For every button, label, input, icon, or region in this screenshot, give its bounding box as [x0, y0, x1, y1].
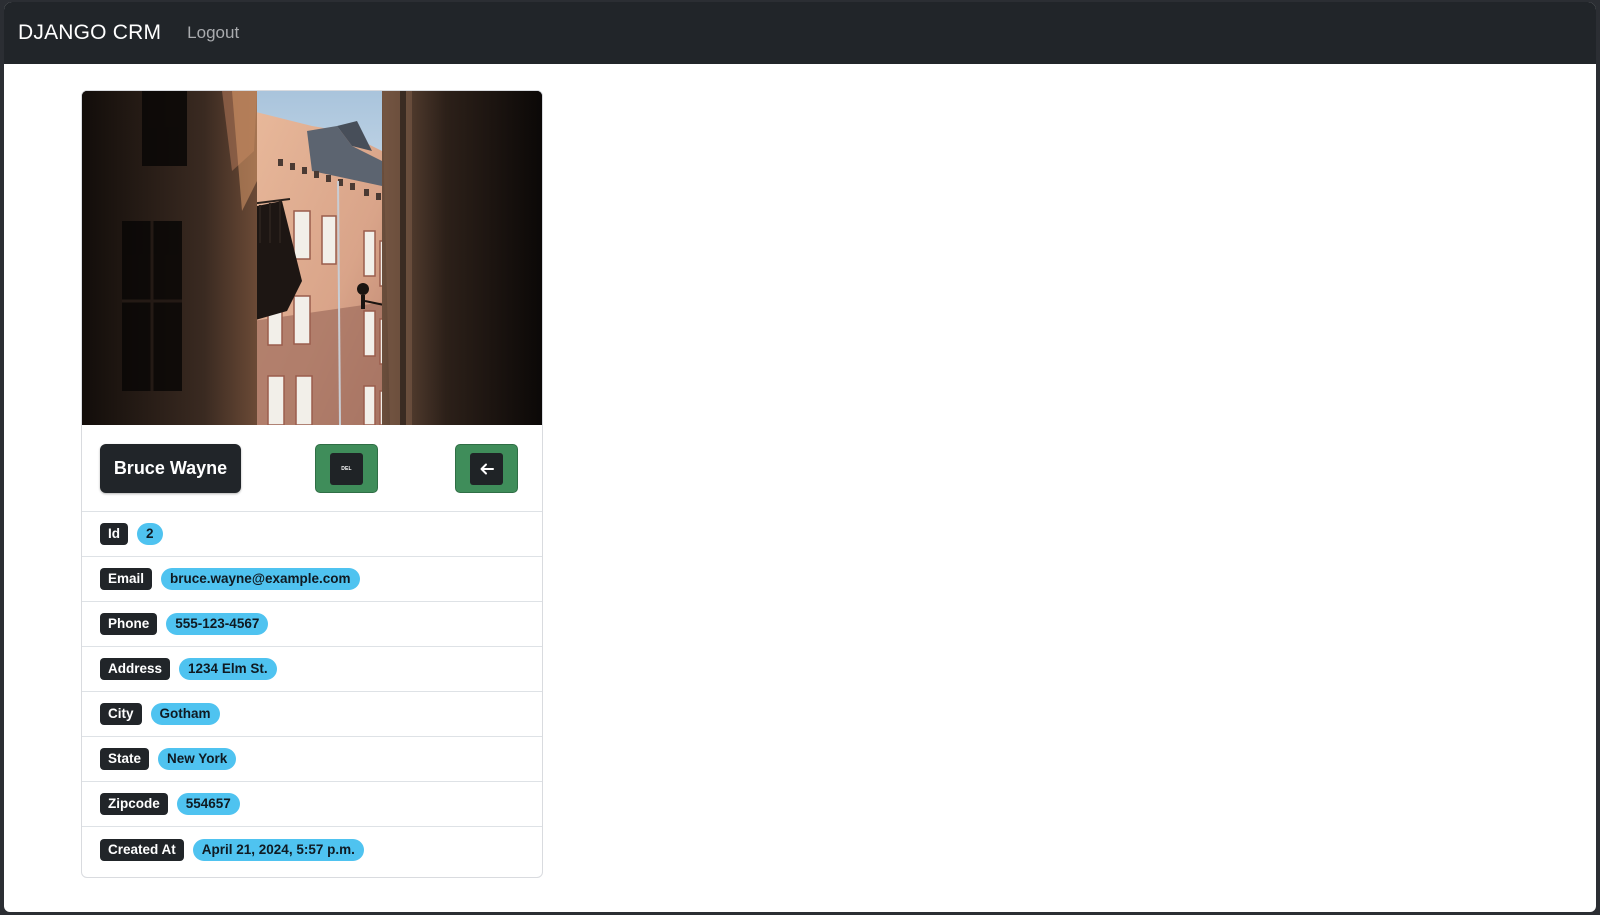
field-label: Created At	[100, 838, 184, 861]
back-button[interactable]	[455, 444, 518, 493]
delete-record-button[interactable]: DEL	[315, 444, 378, 493]
field-value: 1234 Elm St.	[179, 658, 277, 680]
field-value: 555-123-4567	[166, 613, 269, 635]
record-header: Bruce Wayne DEL	[82, 425, 542, 512]
field-value: 2	[137, 523, 163, 545]
field-row-phone: Phone 555-123-4567	[82, 602, 542, 647]
browser-viewport: DJANGO CRM Logout Bruce Wayne DEL Id 2 E…	[4, 2, 1596, 912]
field-label: Email	[100, 568, 153, 590]
field-label: State	[100, 748, 150, 770]
field-row-address: Address 1234 Elm St.	[82, 647, 542, 692]
record-card: Bruce Wayne DEL Id 2 Email bruce.wayne@e…	[81, 90, 543, 878]
field-value: bruce.wayne@example.com	[161, 568, 360, 590]
field-label: Id	[100, 523, 128, 545]
field-label: Address	[100, 658, 171, 680]
field-value: 554657	[176, 793, 240, 815]
field-value: April 21, 2024, 5:57 p.m.	[192, 838, 364, 861]
field-row-state: State New York	[82, 737, 542, 782]
logout-link[interactable]: Logout	[187, 23, 239, 43]
arrow-left-icon	[470, 452, 503, 485]
delete-icon-text: DEL	[341, 465, 352, 472]
field-row-email: Email bruce.wayne@example.com	[82, 557, 542, 602]
top-navbar: DJANGO CRM Logout	[4, 2, 1596, 64]
field-label: City	[100, 703, 142, 725]
brand-link[interactable]: DJANGO CRM	[18, 21, 161, 45]
field-row-city: City Gotham	[82, 692, 542, 737]
field-row-zipcode: Zipcode 554657	[82, 782, 542, 827]
field-label: Zipcode	[100, 793, 168, 815]
record-name-button[interactable]: Bruce Wayne	[100, 444, 241, 493]
record-photo	[82, 91, 542, 425]
field-label: Phone	[100, 613, 158, 635]
field-value: New York	[158, 748, 237, 770]
delete-icon: DEL	[330, 452, 363, 485]
field-row-id: Id 2	[82, 512, 542, 557]
field-value: Gotham	[150, 703, 220, 725]
field-row-created-at: Created At April 21, 2024, 5:57 p.m.	[82, 827, 542, 872]
